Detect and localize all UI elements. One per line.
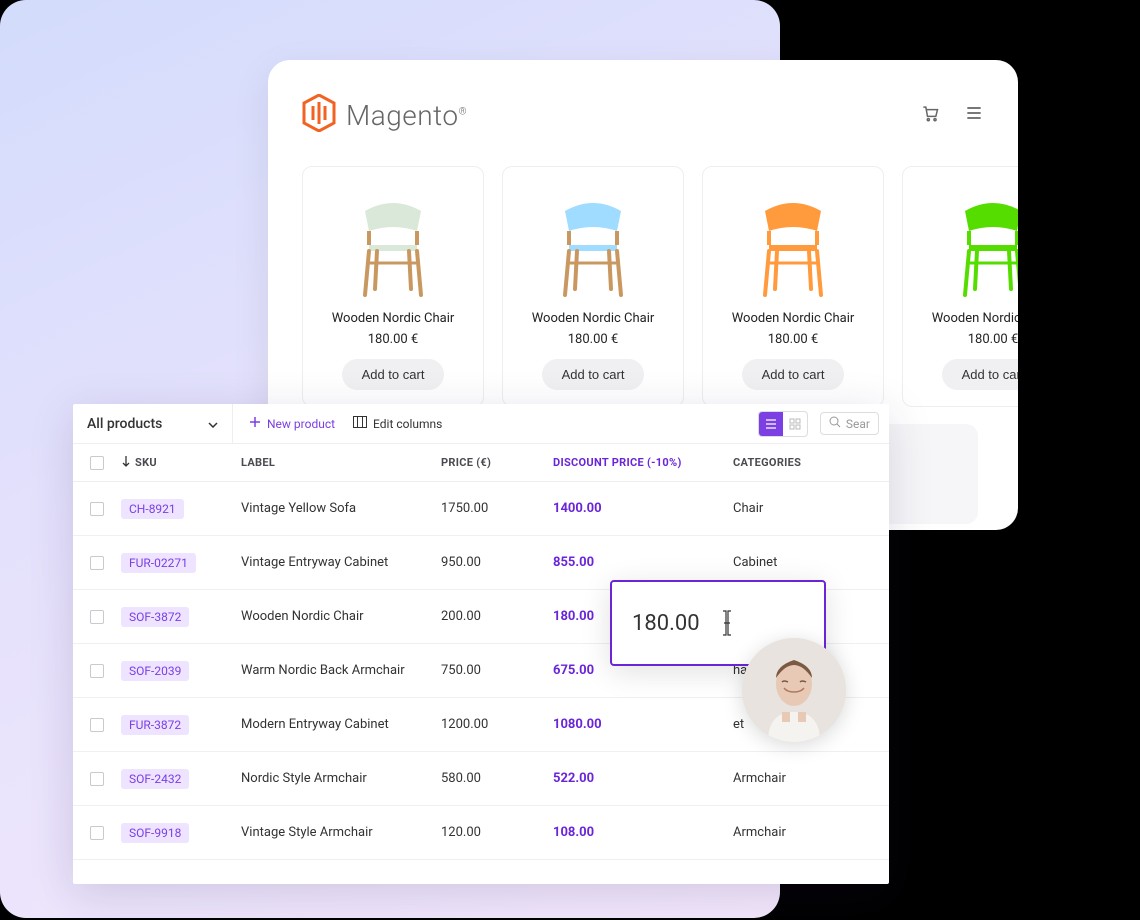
row-price: 950.00 <box>441 555 553 570</box>
product-image <box>915 181 1018 299</box>
store-header: Magento® <box>302 94 984 136</box>
row-label: Nordic Style Armchair <box>241 771 441 786</box>
brand: Magento® <box>302 94 467 136</box>
table-row[interactable]: SOF-9918 Vintage Style Armchair 120.00 1… <box>73 806 889 860</box>
row-price: 120.00 <box>441 825 553 840</box>
search-input[interactable]: Sear <box>820 412 879 435</box>
menu-icon[interactable] <box>964 103 984 127</box>
row-label: Modern Entryway Cabinet <box>241 717 441 732</box>
row-discount[interactable]: 1400.00 <box>553 501 733 516</box>
product-name: Wooden Nordic Chair <box>315 311 471 326</box>
row-discount[interactable]: 108.00 <box>553 825 733 840</box>
search-placeholder: Sear <box>846 417 870 431</box>
table-row[interactable]: SOF-2432 Nordic Style Armchair 580.00 52… <box>73 752 889 806</box>
row-checkbox[interactable] <box>90 772 104 786</box>
row-checkbox[interactable] <box>90 502 104 516</box>
row-checkbox[interactable] <box>90 610 104 624</box>
sku-pill: CH-8921 <box>121 499 184 519</box>
cart-icon[interactable] <box>920 103 940 127</box>
row-checkbox[interactable] <box>90 664 104 678</box>
edit-columns-label: Edit columns <box>373 417 442 431</box>
col-discount[interactable]: DISCOUNT PRICE (-10%) <box>553 456 733 469</box>
avatar <box>742 638 846 742</box>
product-name: Wooden Nordic Chair <box>715 311 871 326</box>
row-checkbox[interactable] <box>90 718 104 732</box>
filter-dropdown[interactable]: All products <box>73 404 233 444</box>
add-to-cart-button[interactable]: Add to cart <box>742 359 845 390</box>
row-label: Vintage Yellow Sofa <box>241 501 441 516</box>
row-price: 1200.00 <box>441 717 553 732</box>
row-price: 200.00 <box>441 609 553 624</box>
row-price: 1750.00 <box>441 501 553 516</box>
product-image <box>715 181 871 299</box>
row-label: Wooden Nordic Chair <box>241 609 441 624</box>
sku-pill: FUR-02271 <box>121 553 196 573</box>
sku-pill: SOF-9918 <box>121 823 189 843</box>
product-price: 180.00 € <box>915 332 1018 347</box>
product-name: Wooden Nordic Chair <box>515 311 671 326</box>
product-price: 180.00 € <box>315 332 471 347</box>
magento-logo-icon <box>302 94 336 136</box>
new-product-label: New product <box>267 417 335 431</box>
add-to-cart-button[interactable]: Add to cart <box>342 359 445 390</box>
admin-toolbar: All products New product Edit columns <box>73 404 889 444</box>
product-image <box>515 181 671 299</box>
sku-pill: SOF-2039 <box>121 661 189 681</box>
row-discount[interactable]: 522.00 <box>553 771 733 786</box>
row-category: Cabinet <box>733 555 883 570</box>
col-categories[interactable]: CATEGORIES <box>733 456 883 469</box>
row-label: Vintage Entryway Cabinet <box>241 555 441 570</box>
row-checkbox[interactable] <box>90 826 104 840</box>
row-discount[interactable]: 1080.00 <box>553 717 733 732</box>
sku-pill: SOF-2432 <box>121 769 189 789</box>
table-row[interactable]: CH-8921 Vintage Yellow Sofa 1750.00 1400… <box>73 482 889 536</box>
sku-pill: FUR-3872 <box>121 715 189 735</box>
product-card[interactable]: Wooden Nordic Chair 180.00 € Add to cart <box>902 166 1018 407</box>
new-product-button[interactable]: New product <box>249 416 335 431</box>
sort-arrow-icon[interactable] <box>121 455 131 470</box>
row-category: Armchair <box>733 825 883 840</box>
col-label[interactable]: LABEL <box>241 456 441 469</box>
row-label: Warm Nordic Back Armchair <box>241 663 441 678</box>
sku-pill: SOF-3872 <box>121 607 189 627</box>
row-discount[interactable]: 855.00 <box>553 555 733 570</box>
row-checkbox[interactable] <box>90 556 104 570</box>
view-toggle[interactable] <box>758 411 808 437</box>
product-price: 180.00 € <box>515 332 671 347</box>
row-category: Chair <box>733 501 883 516</box>
list-view-icon[interactable] <box>759 412 783 436</box>
plus-icon <box>249 416 261 431</box>
col-sku[interactable]: SKU <box>135 456 157 469</box>
select-all-checkbox[interactable] <box>90 456 104 470</box>
product-card[interactable]: Wooden Nordic Chair 180.00 € Add to cart <box>702 166 884 407</box>
filter-label: All products <box>87 416 162 432</box>
product-price: 180.00 € <box>715 332 871 347</box>
product-name: Wooden Nordic Chair <box>915 311 1018 326</box>
add-to-cart-button[interactable]: Add to cart <box>542 359 645 390</box>
brand-name: Magento® <box>346 99 467 132</box>
grid-view-icon[interactable] <box>783 412 807 436</box>
product-card[interactable]: Wooden Nordic Chair 180.00 € Add to cart <box>502 166 684 407</box>
add-to-cart-button[interactable]: Add to cart <box>942 359 1018 390</box>
table-header: SKU LABEL PRICE (€) DISCOUNT PRICE (-10%… <box>73 444 889 482</box>
row-price: 580.00 <box>441 771 553 786</box>
row-label: Vintage Style Armchair <box>241 825 441 840</box>
search-icon <box>829 416 841 431</box>
edit-columns-button[interactable]: Edit columns <box>353 416 442 431</box>
col-price[interactable]: PRICE (€) <box>441 456 553 469</box>
product-grid: Wooden Nordic Chair 180.00 € Add to cart… <box>302 166 984 407</box>
columns-icon <box>353 416 367 431</box>
product-card[interactable]: Wooden Nordic Chair 180.00 € Add to cart <box>302 166 484 407</box>
cell-editor-value: 180.00 <box>632 611 700 636</box>
chevron-down-icon <box>208 416 218 432</box>
row-price: 750.00 <box>441 663 553 678</box>
product-image <box>315 181 471 299</box>
row-category: Armchair <box>733 771 883 786</box>
text-cursor-icon <box>726 609 728 637</box>
